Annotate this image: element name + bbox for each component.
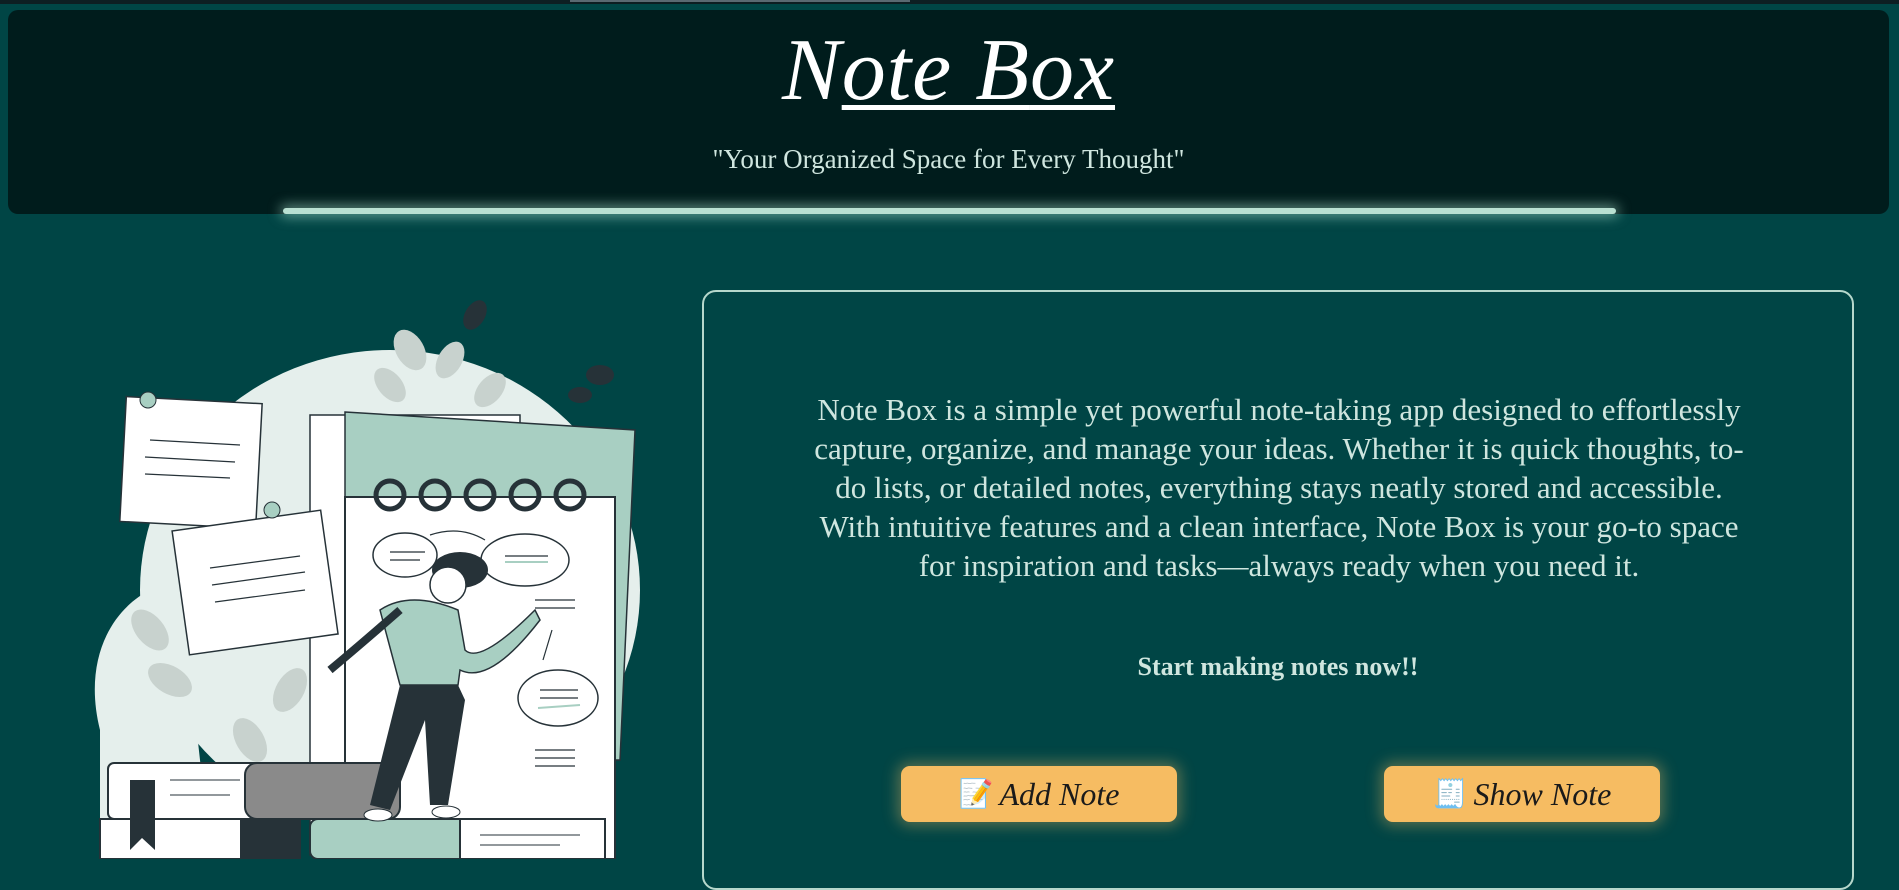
add-note-label: Add Note [999, 775, 1120, 812]
window-top-edge [0, 0, 1899, 4]
app-title: Note Box [781, 22, 1116, 119]
header-divider [283, 208, 1616, 214]
show-note-button[interactable]: 🧾 Show Note [1384, 766, 1660, 822]
scroll-indicator [570, 0, 910, 2]
note-taking-illustration [60, 290, 660, 860]
add-note-button[interactable]: 📝 Add Note [901, 766, 1177, 822]
memo-icon: 📝 [958, 779, 994, 810]
app-description: Note Box is a simple yet powerful note-t… [814, 392, 1744, 583]
cta-text: Start making notes now!! [1137, 652, 1419, 681]
app-header: Note Box "Your Organized Space for Every… [8, 10, 1889, 214]
receipt-icon: 🧾 [1432, 779, 1468, 810]
intro-card: Note Box is a simple yet powerful note-t… [702, 290, 1854, 890]
show-note-label: Show Note [1473, 775, 1612, 812]
app-tagline: "Your Organized Space for Every Thought" [712, 144, 1185, 174]
